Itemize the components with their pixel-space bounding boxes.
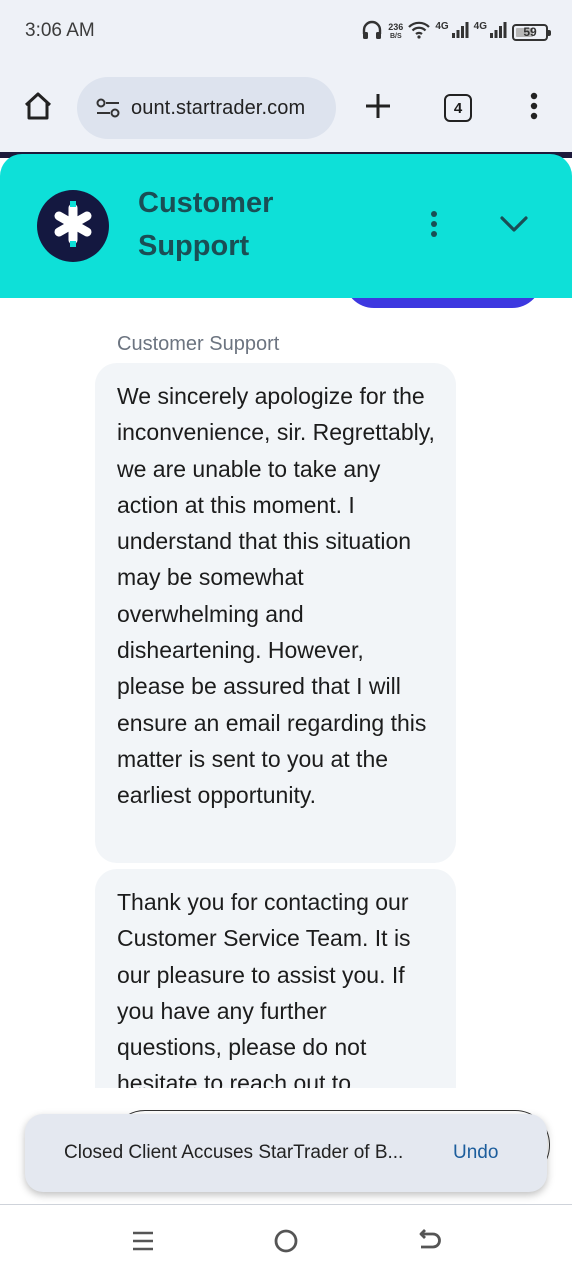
network-type-1: 4G [435, 20, 449, 32]
circle-home-icon [273, 1228, 299, 1259]
sender-label: Customer Support [117, 333, 280, 355]
agent-message-bubble: Thank you for contacting our Customer Se… [95, 869, 456, 1088]
chat-title: Customer Support [138, 187, 274, 262]
signal-icon-2 [489, 21, 507, 44]
address-bar[interactable]: ount.startrader.com [77, 77, 336, 139]
system-back-button[interactable] [405, 1219, 453, 1267]
message-text: Thank you for contacting our Customer Se… [117, 889, 411, 1088]
agent-message-bubble: We sincerely apologize for the inconveni… [95, 363, 456, 863]
browser-toolbar: ount.startrader.com 4 [0, 64, 572, 152]
chevron-down-icon [499, 215, 529, 238]
chat-messages[interactable]: Customer Support We sincerely apologize … [0, 298, 572, 1088]
support-avatar [37, 190, 109, 262]
battery-icon: 59 [512, 23, 551, 41]
back-icon [416, 1228, 442, 1259]
status-time: 3:06 AM [25, 20, 95, 41]
recents-icon [131, 1229, 155, 1258]
message-text: We sincerely apologize for the inconveni… [117, 383, 435, 809]
system-nav-bar [0, 1205, 572, 1280]
home-icon [23, 91, 53, 126]
recents-button[interactable] [119, 1219, 167, 1267]
home-button[interactable] [16, 86, 60, 130]
new-tab-button[interactable] [356, 86, 400, 130]
status-icons: 236 B/S 4G 4G 59 [361, 18, 551, 46]
undo-button[interactable]: Undo [453, 1142, 498, 1164]
net-speed: 236 B/S [388, 23, 403, 41]
net-speed-value: 236 [388, 22, 404, 32]
more-vert-icon [430, 210, 438, 243]
battery-level: 59 [523, 25, 537, 39]
chat-header: Customer Support [0, 154, 572, 298]
network-type-2: 4G [473, 20, 487, 32]
more-vert-icon [530, 92, 538, 125]
net-speed-unit: B/S [389, 33, 402, 40]
status-bar: 3:06 AM 236 B/S 4G 4G 59 [0, 0, 572, 64]
chat-options-button[interactable] [418, 206, 450, 246]
asterisk-logo-icon [48, 199, 98, 254]
snackbar: Closed Client Accuses StarTrader of B...… [25, 1114, 547, 1192]
url-text[interactable]: ount.startrader.com [131, 97, 305, 120]
tune-icon[interactable] [85, 98, 131, 118]
tab-count: 4 [444, 94, 472, 122]
signal-icon [451, 21, 469, 44]
wifi-icon [408, 21, 431, 44]
tab-switcher-button[interactable]: 4 [436, 86, 480, 130]
browser-menu-button[interactable] [512, 86, 556, 130]
user-message-bubble [344, 298, 542, 308]
system-home-button[interactable] [262, 1219, 310, 1267]
headphones-icon [361, 20, 383, 45]
plus-icon [364, 92, 392, 125]
snackbar-text: Closed Client Accuses StarTrader of B... [64, 1142, 404, 1163]
minimize-chat-button[interactable] [492, 206, 536, 246]
